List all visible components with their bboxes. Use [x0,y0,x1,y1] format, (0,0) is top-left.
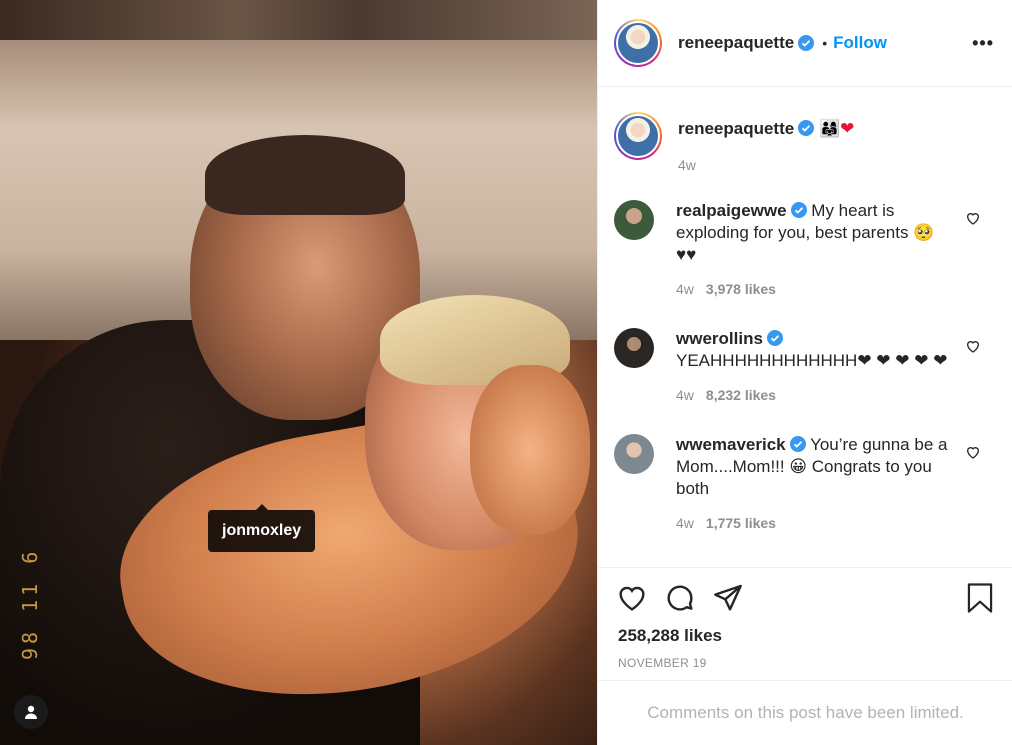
share-send-icon[interactable] [712,582,744,614]
commenter-avatar[interactable] [614,328,654,368]
post-actions: 258,288 likes NOVEMBER 19 [598,567,1012,680]
like-heart-icon[interactable] [616,582,648,614]
caption-username[interactable]: reneepaquette [678,119,794,138]
comment-item: realpaigewwe My heart is exploding for y… [614,200,997,300]
author-username[interactable]: reneepaquette [678,33,794,53]
author-avatar[interactable] [614,19,662,67]
post-header: reneepaquette • Follow ••• [598,0,1012,87]
show-tags-button[interactable] [14,695,48,729]
heart-emoji: ❤ [840,119,855,138]
comments-limited-notice: Comments on this post have been limited. [598,680,1012,745]
comment-item: wwerollins YEAHHHHHHHHHHHH❤ ❤ ❤ ❤ ❤ 4w 8,… [614,328,997,406]
comment-likes[interactable]: 1,775 likes [706,515,776,531]
caption-text: 👨‍👩‍👧 [818,119,841,138]
comment-time[interactable]: 4w [676,387,694,403]
verified-badge-icon [790,202,807,218]
comment-text: YEAHHHHHHHHHHHH❤ ❤ ❤ ❤ ❤ [676,351,948,370]
like-comment-heart-icon[interactable] [965,338,981,354]
separator-dot: • [822,35,828,51]
verified-badge-icon [789,436,806,452]
comment-likes[interactable]: 3,978 likes [706,281,776,297]
verified-badge-icon [798,120,815,136]
comment-likes[interactable]: 8,232 likes [706,387,776,403]
commenter-avatar[interactable] [614,434,654,474]
like-comment-heart-icon[interactable] [965,444,981,460]
photo-person-hand [470,365,590,535]
comment-time[interactable]: 4w [676,515,694,531]
photo-person-hair-man [205,135,405,215]
commenter-username[interactable]: wwerollins [676,329,763,348]
user-icon [25,705,37,719]
comment-time[interactable]: 4w [676,281,694,297]
comment-bubble-icon[interactable] [664,582,696,614]
photo-date-stamp: 98 11 6 [18,547,42,660]
post-side-panel: reneepaquette • Follow ••• reneepaquette… [597,0,1012,745]
commenter-username[interactable]: wwemaverick [676,435,786,454]
more-options-icon[interactable]: ••• [972,33,994,54]
user-tag-jonmoxley[interactable]: jonmoxley [208,504,316,552]
save-bookmark-icon[interactable] [965,582,995,614]
comments-list[interactable]: reneepaquette 👨‍👩‍👧❤ 4w realpaigewwe My … [598,88,1012,566]
caption-time[interactable]: 4w [678,157,696,173]
caption: reneepaquette 👨‍👩‍👧❤ 4w [614,112,997,176]
verified-badge-icon [798,35,815,51]
comment-item: wwemaverick You’re gunna be a Mom....Mom… [614,434,997,534]
follow-button[interactable]: Follow [833,33,887,53]
post-photo[interactable]: 98 11 6 jonmoxley [0,0,597,745]
verified-badge-icon [766,330,783,346]
like-comment-heart-icon[interactable] [965,210,981,226]
commenter-username[interactable]: realpaigewwe [676,201,787,220]
caption-avatar[interactable] [614,112,662,160]
post-likes-count[interactable]: 258,288 likes [618,626,722,646]
post-date[interactable]: NOVEMBER 19 [618,656,707,670]
commenter-avatar[interactable] [614,200,654,240]
